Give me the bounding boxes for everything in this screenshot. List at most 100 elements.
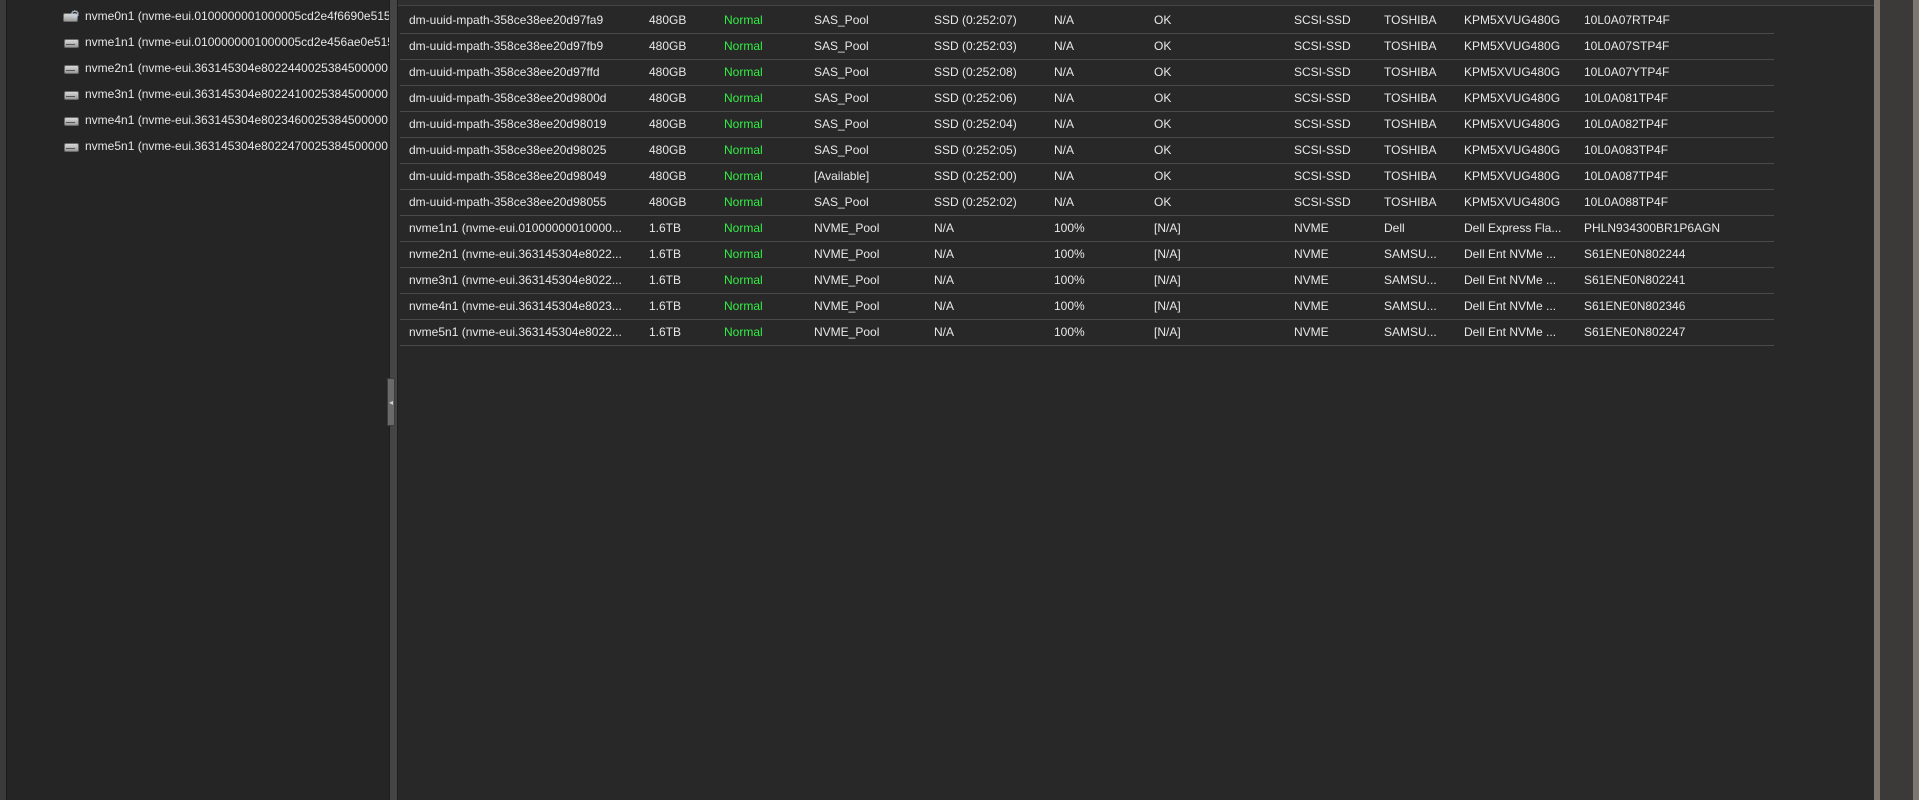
- table-row[interactable]: dm-uuid-mpath-358ce38ee20d98025 480GB Norm…: [400, 137, 1774, 163]
- table-row[interactable]: nvme4n1 (nvme-eui.363145304e8023... 1.6TB…: [400, 293, 1774, 319]
- table-row[interactable]: dm-uuid-mpath-358ce38ee20d97ffd 480GB Norm…: [400, 59, 1774, 85]
- cell-serial: S61ENE0N802346: [1584, 299, 1686, 313]
- cell-status: Normal: [724, 169, 763, 183]
- cell-model: Dell Ent NVMe ...: [1464, 247, 1557, 261]
- cell-serial: S61ENE0N802247: [1584, 325, 1686, 339]
- cell-pool: SAS_Pool: [814, 195, 869, 209]
- cell-capacity: 480GB: [649, 169, 687, 183]
- cell-health: OK: [1154, 12, 1172, 27]
- cell-model: KPM5XVUG480G: [1464, 39, 1561, 53]
- cell-pool: SAS_Pool: [814, 117, 869, 131]
- cell-serial: 10L0A083TP4F: [1584, 143, 1669, 157]
- cell-device-name: nvme4n1 (nvme-eui.363145304e8023...: [409, 299, 622, 313]
- cell-type: SCSI-SSD: [1294, 91, 1351, 105]
- cell-device-name: nvme1n1 (nvme-eui.01000000010000...: [409, 221, 622, 235]
- cell-vendor: TOSHIBA: [1384, 91, 1437, 105]
- tree-item-disk[interactable]: nvme5n1 (nvme-eui.363145304e802247002538…: [63, 136, 389, 156]
- cell-serial: S61ENE0N802241: [1584, 273, 1686, 287]
- table-row[interactable]: nvme3n1 (nvme-eui.363145304e8022... 1.6TB…: [400, 267, 1774, 293]
- table-header-edge: [398, 0, 1874, 6]
- tree-item-label: nvme3n1 (nvme-eui.363145304e802241002538…: [85, 87, 388, 101]
- table-row[interactable]: nvme5n1 (nvme-eui.363145304e8022... 1.6TB…: [400, 319, 1774, 345]
- cell-status: Normal: [724, 273, 763, 287]
- cell-vendor: SAMSU...: [1384, 273, 1437, 287]
- frame-edge-left: [1874, 0, 1880, 800]
- cell-capacity: 480GB: [649, 39, 687, 53]
- cell-life: 100%: [1054, 221, 1085, 235]
- cell-location: SSD (0:252:04): [934, 117, 1017, 131]
- cell-capacity: 1.6TB: [649, 325, 682, 339]
- cell-capacity: 480GB: [649, 117, 687, 131]
- cell-health: OK: [1154, 39, 1172, 53]
- cell-status: Normal: [724, 91, 763, 105]
- cell-location: N/A: [934, 247, 955, 261]
- tree-item-disk[interactable]: nvme1n1 (nvme-eui.0100000001000005cd2e45…: [63, 32, 389, 52]
- cell-vendor: TOSHIBA: [1384, 195, 1437, 209]
- tree-item-disk[interactable]: nvme4n1 (nvme-eui.363145304e802346002538…: [63, 110, 389, 130]
- device-tree-sidebar: nvme0n1 (nvme-eui.0100000001000005cd2e4f…: [7, 0, 389, 800]
- tree-item-label: nvme5n1 (nvme-eui.363145304e802247002538…: [85, 139, 388, 153]
- cell-serial: 10L0A081TP4F: [1584, 91, 1669, 105]
- cell-type: SCSI-SSD: [1294, 12, 1351, 27]
- table-row[interactable]: dm-uuid-mpath-358ce38ee20d98055 480GB Norm…: [400, 189, 1774, 215]
- cell-serial: PHLN934300BR1P6AGN: [1584, 221, 1721, 235]
- cell-health: OK: [1154, 117, 1172, 131]
- cell-vendor: SAMSU...: [1384, 325, 1437, 339]
- table-row[interactable]: dm-uuid-mpath-358ce38ee20d9800d 480GB Norm…: [400, 85, 1774, 111]
- table-row[interactable]: dm-uuid-mpath-358ce38ee20d98049 480GB Norm…: [400, 163, 1774, 189]
- table-row[interactable]: nvme1n1 (nvme-eui.01000000010000... 1.6TB…: [400, 215, 1774, 241]
- cell-capacity: 1.6TB: [649, 247, 682, 261]
- cell-life: N/A: [1054, 12, 1075, 27]
- disk-gear-icon: [63, 9, 80, 23]
- cell-health: OK: [1154, 195, 1172, 209]
- table-row[interactable]: dm-uuid-mpath-358ce38ee20d98019 480GB Norm…: [400, 111, 1774, 137]
- cell-model: Dell Express Fla...: [1464, 221, 1562, 235]
- cell-location: N/A: [934, 221, 955, 235]
- cell-model: KPM5XVUG480G: [1464, 65, 1561, 79]
- cell-type: SCSI-SSD: [1294, 65, 1351, 79]
- cell-pool: NVME_Pool: [814, 221, 880, 235]
- cell-vendor: TOSHIBA: [1384, 65, 1437, 79]
- cell-status: Normal: [724, 195, 763, 209]
- cell-status: Normal: [724, 299, 763, 313]
- cell-health: [N/A]: [1154, 299, 1181, 313]
- cell-pool: NVME_Pool: [814, 325, 880, 339]
- disk-icon: [63, 113, 79, 127]
- cell-capacity: 1.6TB: [649, 299, 682, 313]
- cell-location: N/A: [934, 299, 955, 313]
- cell-status: Normal: [724, 325, 763, 339]
- cell-type: NVME: [1294, 273, 1329, 287]
- cell-capacity: 480GB: [649, 143, 687, 157]
- table-row[interactable]: nvme2n1 (nvme-eui.363145304e8022... 1.6TB…: [400, 241, 1774, 267]
- cell-pool: NVME_Pool: [814, 299, 880, 313]
- cell-type: SCSI-SSD: [1294, 39, 1351, 53]
- cell-model: KPM5XVUG480G: [1464, 195, 1561, 209]
- window-right-frame: [1874, 0, 1919, 800]
- cell-vendor: TOSHIBA: [1384, 169, 1437, 183]
- cell-location: N/A: [934, 273, 955, 287]
- disk-icon: [63, 35, 79, 49]
- cell-serial: S61ENE0N802244: [1584, 247, 1686, 261]
- table-row[interactable]: dm-uuid-mpath-358ce38ee20d97fa9 480GB Norm…: [400, 7, 1774, 33]
- cell-location: SSD (0:252:02): [934, 195, 1017, 209]
- frame-edge-right: [1913, 0, 1919, 800]
- cell-serial: 10L0A082TP4F: [1584, 117, 1669, 131]
- cell-serial: 10L0A07STP4F: [1584, 39, 1670, 53]
- collapse-handle[interactable]: ◂: [387, 378, 395, 426]
- tree-item-disk[interactable]: nvme0n1 (nvme-eui.0100000001000005cd2e4f…: [63, 6, 389, 26]
- cell-capacity: 480GB: [649, 12, 687, 27]
- cell-model: KPM5XVUG480G: [1464, 169, 1561, 183]
- cell-capacity: 480GB: [649, 91, 687, 105]
- cell-pool: SAS_Pool: [814, 39, 869, 53]
- cell-device-name: dm-uuid-mpath-358ce38ee20d98049: [409, 169, 607, 183]
- cell-pool: SAS_Pool: [814, 91, 869, 105]
- cell-device-name: dm-uuid-mpath-358ce38ee20d97ffd: [409, 65, 600, 79]
- cell-model: Dell Ent NVMe ...: [1464, 325, 1557, 339]
- tree-item-disk[interactable]: nvme2n1 (nvme-eui.363145304e802244002538…: [63, 58, 389, 78]
- tree-item-disk[interactable]: nvme3n1 (nvme-eui.363145304e802241002538…: [63, 84, 389, 104]
- cell-capacity: 1.6TB: [649, 273, 682, 287]
- cell-health: [N/A]: [1154, 273, 1181, 287]
- table-row[interactable]: dm-uuid-mpath-358ce38ee20d97fb9 480GB Norm…: [400, 33, 1774, 59]
- cell-health: [N/A]: [1154, 247, 1181, 261]
- disk-table: dm-uuid-mpath-358ce38ee20d97fa9 480GB Norm…: [400, 7, 1774, 346]
